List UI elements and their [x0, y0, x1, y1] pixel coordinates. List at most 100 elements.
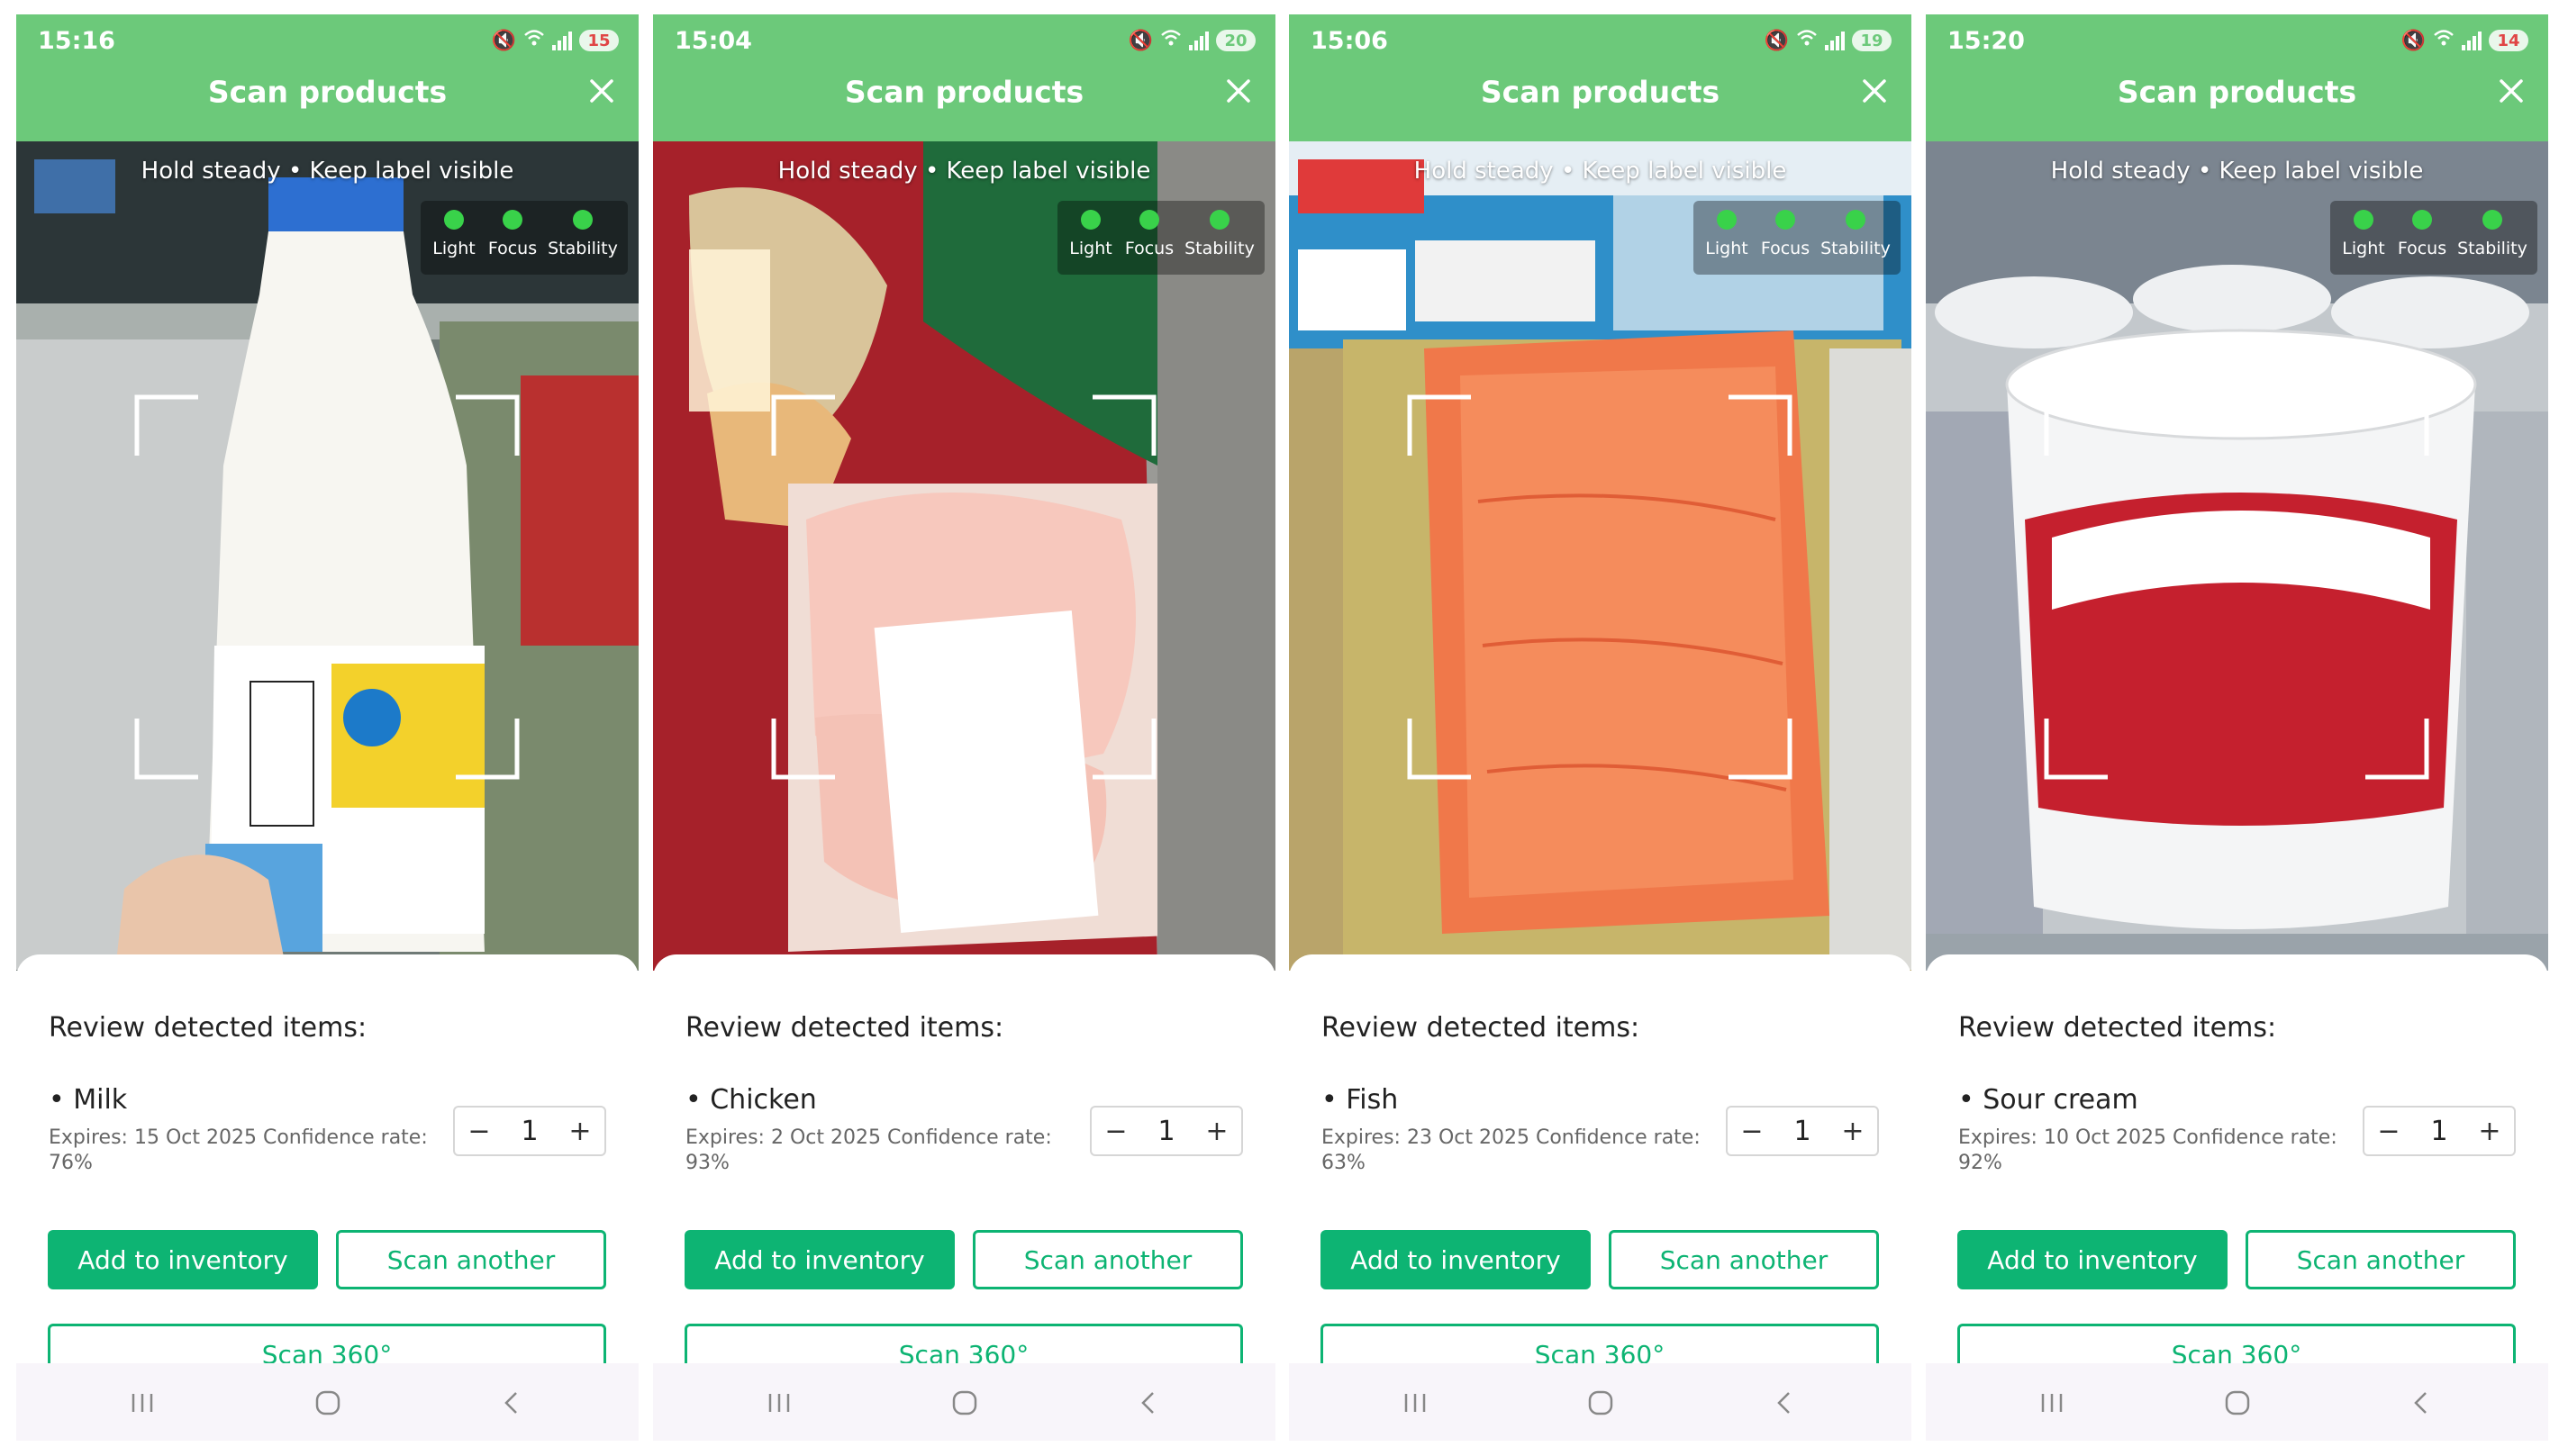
- indicator-focus: Focus: [1122, 210, 1176, 258]
- status-icons: 🔇 14: [2401, 29, 2528, 52]
- quantity-value: 1: [1157, 1115, 1175, 1147]
- close-icon[interactable]: [1223, 76, 1254, 106]
- status-dot-icon: [1081, 210, 1101, 230]
- back-icon[interactable]: [1771, 1388, 1800, 1417]
- status-icons: 🔇 15: [492, 29, 619, 52]
- status-icons: 🔇 19: [1765, 29, 1892, 52]
- recents-icon[interactable]: [765, 1388, 794, 1417]
- wifi-icon: [1160, 29, 1182, 52]
- indicator-light: Light: [1068, 210, 1113, 258]
- scan-hint: Hold steady • Keep label visible: [1413, 158, 1787, 185]
- wifi-icon: [523, 29, 545, 52]
- quality-indicators: Light Focus Stability: [1057, 201, 1265, 275]
- mute-icon: 🔇: [2400, 29, 2426, 52]
- quantity-stepper: − 1 +: [1726, 1106, 1879, 1156]
- home-icon[interactable]: [950, 1388, 979, 1417]
- status-dot-icon: [1139, 210, 1159, 230]
- decrement-button[interactable]: −: [1728, 1116, 1776, 1147]
- home-icon[interactable]: [2223, 1388, 2252, 1417]
- increment-button[interactable]: +: [2465, 1116, 2514, 1147]
- phone-screen-sour-cream: 15:20 🔇 14 Scan products Hold steady • K…: [1926, 14, 2548, 1441]
- recents-icon[interactable]: [1401, 1388, 1429, 1417]
- app-header: 15:20 🔇 14 Scan products: [1926, 14, 2548, 141]
- increment-button[interactable]: +: [1829, 1116, 1877, 1147]
- indicator-focus: Focus: [485, 210, 540, 258]
- close-icon[interactable]: [1859, 76, 1890, 106]
- detected-item-meta: Expires: 10 Oct 2025 Confidence rate: 92…: [1958, 1126, 2337, 1174]
- status-dot-icon: [503, 210, 522, 230]
- camera-viewfinder[interactable]: Hold steady • Keep label visible Light F…: [16, 141, 639, 971]
- camera-viewfinder[interactable]: Hold steady • Keep label visible Light F…: [1289, 141, 1911, 971]
- back-icon[interactable]: [498, 1388, 527, 1417]
- home-icon[interactable]: [313, 1388, 342, 1417]
- home-icon[interactable]: [1586, 1388, 1615, 1417]
- wifi-icon: [2433, 29, 2455, 52]
- back-icon[interactable]: [1135, 1388, 1164, 1417]
- mute-icon: 🔇: [491, 29, 516, 52]
- decrement-button[interactable]: −: [1092, 1116, 1140, 1147]
- status-time: 15:06: [1311, 27, 1388, 55]
- close-icon[interactable]: [586, 76, 617, 106]
- battery-icon: 14: [2489, 30, 2528, 51]
- status-dot-icon: [1846, 210, 1865, 230]
- status-dot-icon: [1210, 210, 1230, 230]
- status-time: 15:16: [38, 27, 115, 55]
- status-time: 15:04: [675, 27, 752, 55]
- indicator-stability: Stability: [1182, 210, 1257, 258]
- review-sheet: Review detected items: • Chicken Expires…: [653, 954, 1275, 1383]
- indicator-light: Light: [2341, 210, 2386, 258]
- system-nav-bar: [653, 1363, 1275, 1441]
- quantity-value: 1: [521, 1115, 539, 1147]
- system-nav-bar: [16, 1363, 639, 1441]
- signal-icon: [1825, 31, 1845, 50]
- system-nav-bar: [1926, 1363, 2548, 1441]
- mute-icon: 🔇: [1128, 29, 1153, 52]
- battery-icon: 19: [1852, 30, 1892, 51]
- scan-another-button[interactable]: Scan another: [1609, 1230, 1879, 1289]
- indicator-focus: Focus: [1758, 210, 1812, 258]
- decrement-button[interactable]: −: [2364, 1116, 2413, 1147]
- status-dot-icon: [2482, 210, 2502, 230]
- scan-another-button[interactable]: Scan another: [2246, 1230, 2516, 1289]
- status-icons: 🔇 20: [1129, 29, 1256, 52]
- quantity-stepper: − 1 +: [1090, 1106, 1243, 1156]
- scan-hint: Hold steady • Keep label visible: [141, 158, 514, 185]
- quantity-stepper: − 1 +: [2363, 1106, 2516, 1156]
- recents-icon[interactable]: [128, 1388, 157, 1417]
- decrement-button[interactable]: −: [455, 1116, 504, 1147]
- add-to-inventory-button[interactable]: Add to inventory: [1957, 1230, 2228, 1289]
- add-to-inventory-button[interactable]: Add to inventory: [1320, 1230, 1591, 1289]
- system-nav-bar: [1289, 1363, 1911, 1441]
- scan-hint: Hold steady • Keep label visible: [2050, 158, 2424, 185]
- increment-button[interactable]: +: [556, 1116, 604, 1147]
- status-dot-icon: [573, 210, 593, 230]
- quality-indicators: Light Focus Stability: [2330, 201, 2537, 275]
- back-icon[interactable]: [2408, 1388, 2436, 1417]
- detected-item-meta: Expires: 2 Oct 2025 Confidence rate: 93%: [685, 1126, 1052, 1174]
- mute-icon: 🔇: [1764, 29, 1789, 52]
- review-title: Review detected items:: [1958, 1012, 2277, 1044]
- recents-icon[interactable]: [2037, 1388, 2066, 1417]
- indicator-light: Light: [431, 210, 476, 258]
- review-sheet: Review detected items: • Milk Expires: 1…: [16, 954, 639, 1383]
- quantity-stepper: − 1 +: [453, 1106, 606, 1156]
- quality-indicators: Light Focus Stability: [1693, 201, 1901, 275]
- detected-item-name: • Milk: [49, 1084, 128, 1116]
- signal-icon: [2462, 31, 2482, 50]
- camera-viewfinder[interactable]: Hold steady • Keep label visible Light F…: [653, 141, 1275, 971]
- signal-icon: [1189, 31, 1209, 50]
- page-title: Scan products: [207, 74, 448, 110]
- increment-button[interactable]: +: [1193, 1116, 1241, 1147]
- camera-viewfinder[interactable]: Hold steady • Keep label visible Light F…: [1926, 141, 2548, 971]
- indicator-stability: Stability: [1818, 210, 1893, 258]
- close-icon[interactable]: [2496, 76, 2527, 106]
- detected-item-name: • Chicken: [685, 1084, 817, 1116]
- add-to-inventory-button[interactable]: Add to inventory: [685, 1230, 955, 1289]
- scan-another-button[interactable]: Scan another: [336, 1230, 606, 1289]
- add-to-inventory-button[interactable]: Add to inventory: [48, 1230, 318, 1289]
- review-title: Review detected items:: [1321, 1012, 1640, 1044]
- indicator-stability: Stability: [545, 210, 621, 258]
- scan-another-button[interactable]: Scan another: [973, 1230, 1243, 1289]
- quantity-value: 1: [2430, 1115, 2448, 1147]
- status-dot-icon: [444, 210, 464, 230]
